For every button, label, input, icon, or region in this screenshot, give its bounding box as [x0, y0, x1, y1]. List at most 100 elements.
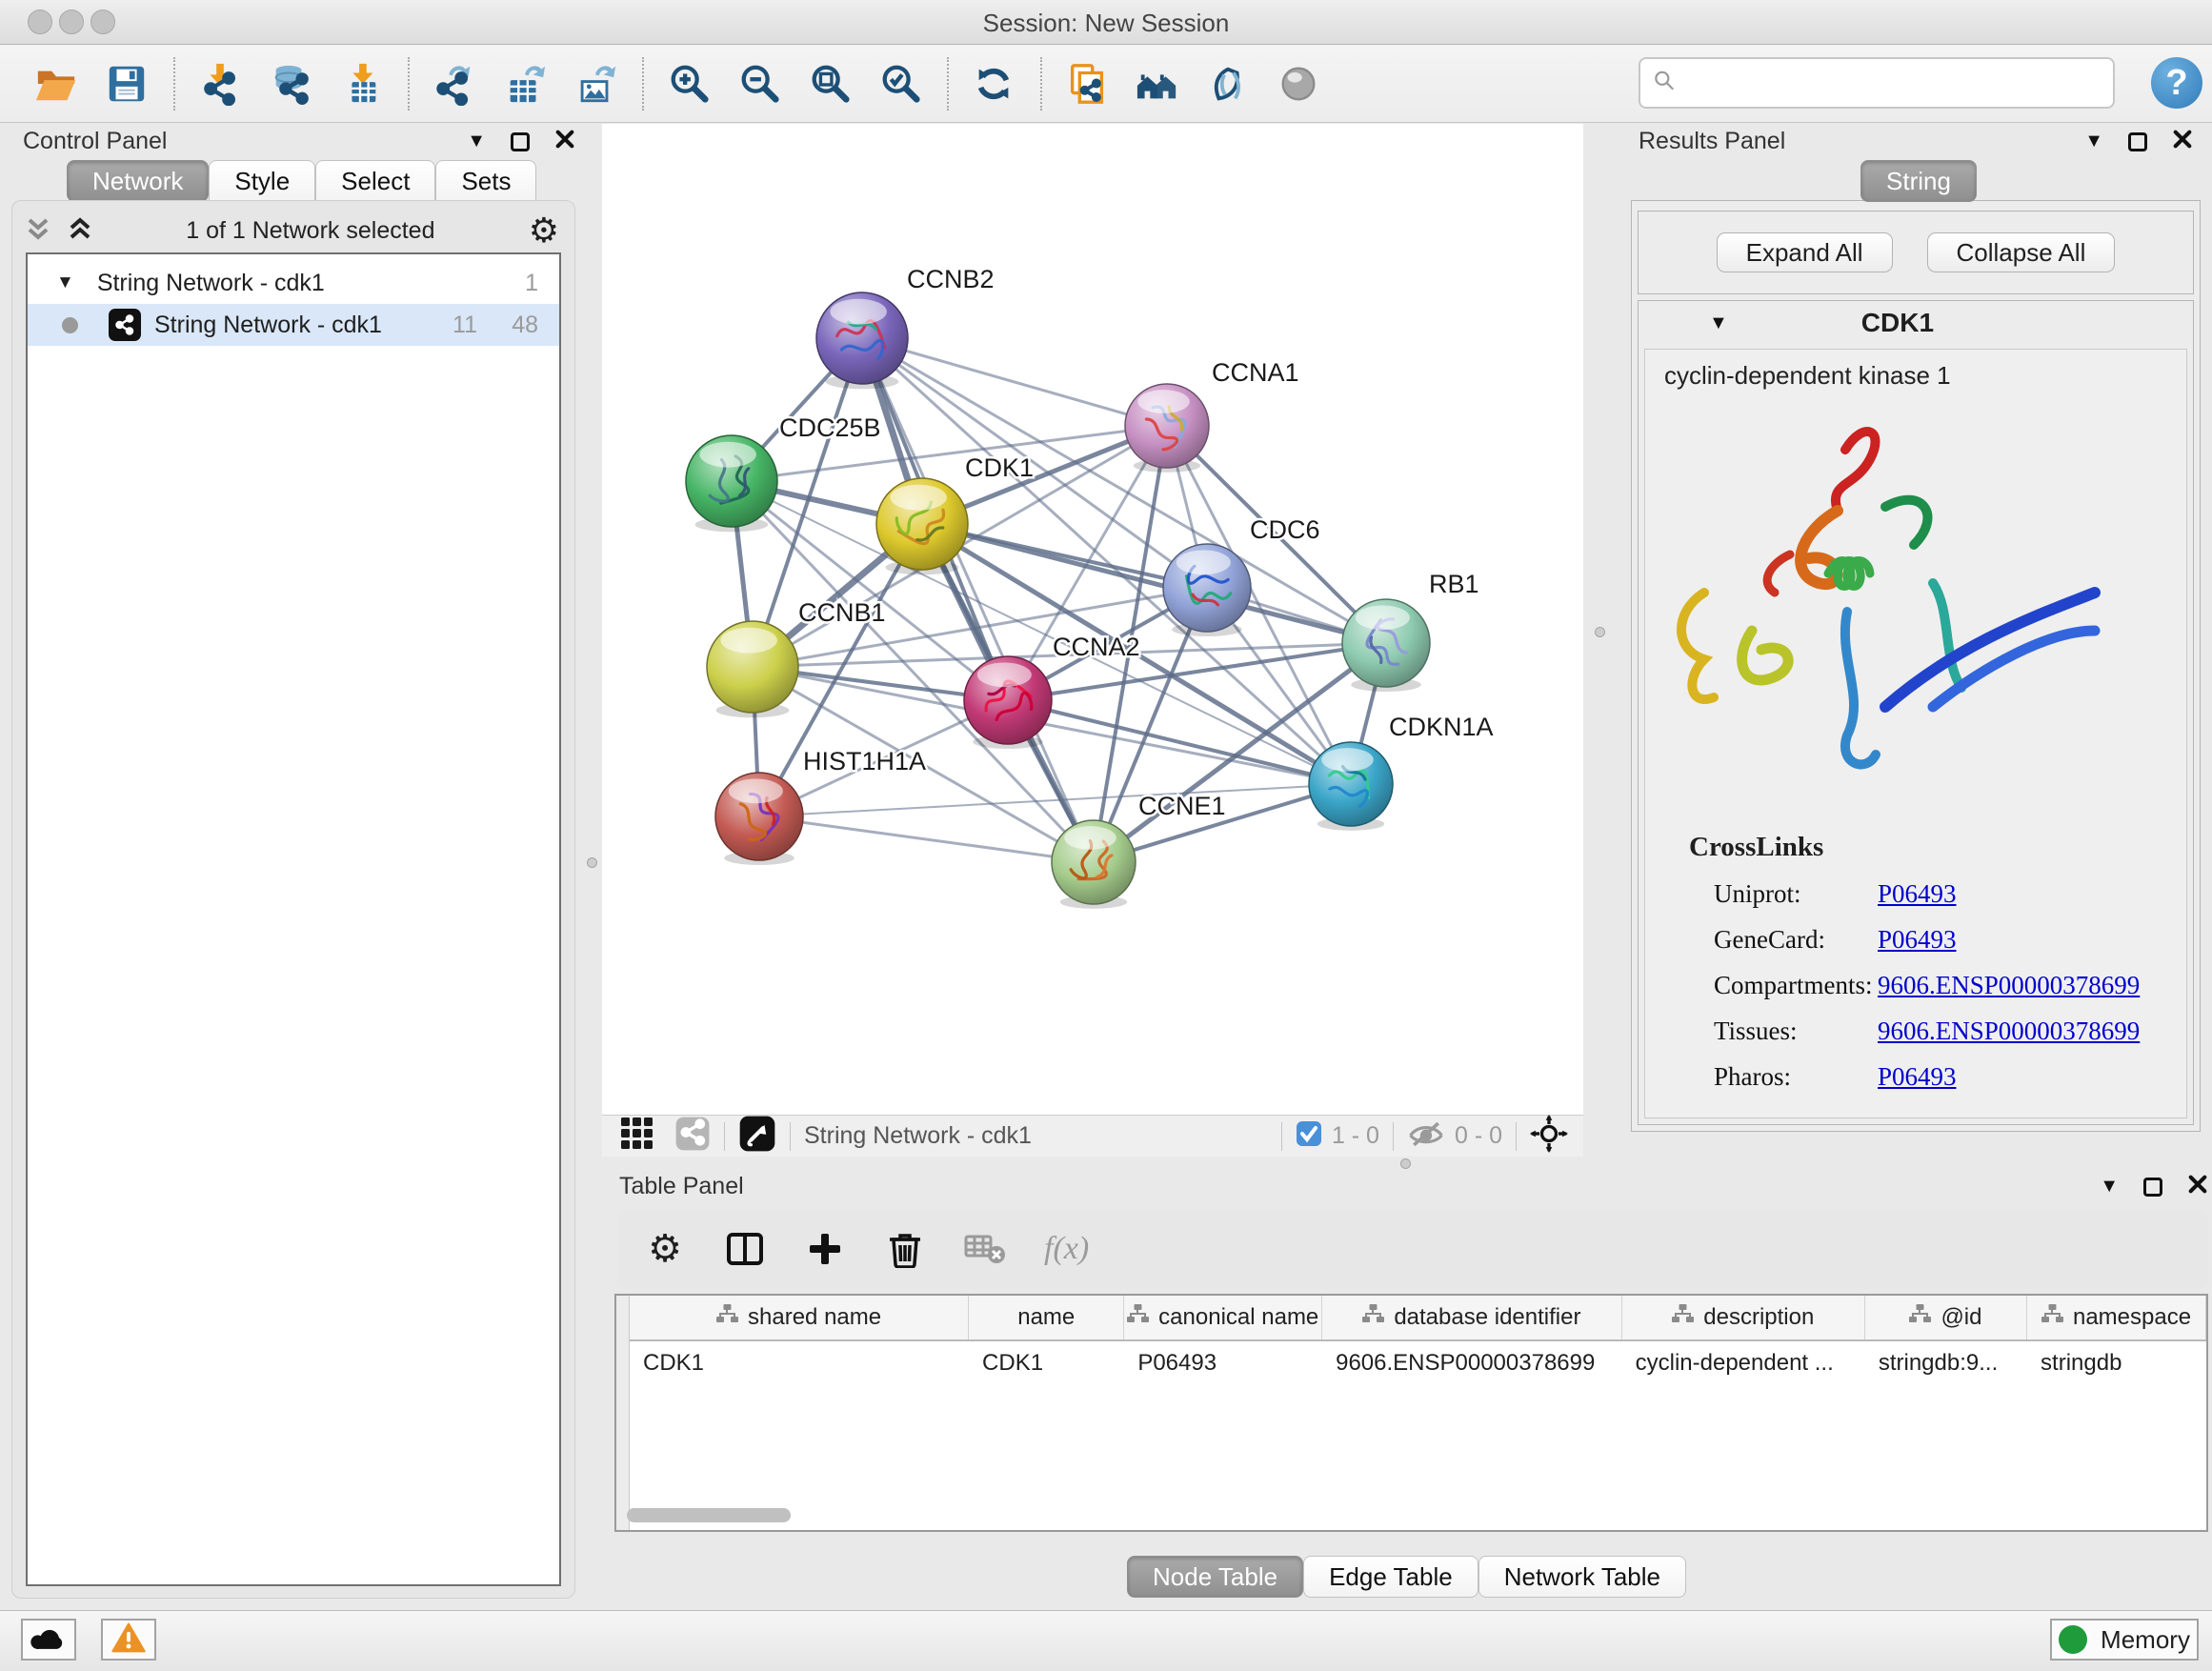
crosslink-link[interactable]: P06493	[1878, 879, 1957, 909]
edge-CCNB2-CCNA1[interactable]	[862, 338, 1167, 426]
refresh-button[interactable]	[964, 55, 1023, 112]
network-row[interactable]: String Network - cdk1 11 48	[28, 304, 559, 346]
tab-edge-table[interactable]: Edge Table	[1303, 1556, 1478, 1598]
node-CDC25B[interactable]: CDC25B	[686, 413, 881, 532]
table-cell[interactable]: P06493	[1124, 1341, 1322, 1385]
search-input[interactable]	[1677, 70, 2086, 96]
left-splitter-handle[interactable]	[587, 857, 597, 868]
table-cell[interactable]: CDK1	[969, 1341, 1124, 1385]
import-table-button[interactable]	[332, 55, 391, 112]
search-icon	[1652, 69, 1677, 93]
search-box[interactable]	[1639, 57, 2115, 109]
shared-column-icon	[1127, 1304, 1149, 1331]
node-CDK1[interactable]: CDK1	[876, 453, 1034, 574]
table-row[interactable]: CDK1CDK1P064939606.ENSP00000378699cyclin…	[630, 1341, 2206, 1385]
selected-checkbox-icon[interactable]	[1296, 1120, 1322, 1152]
show-columns-icon[interactable]	[724, 1228, 766, 1270]
delete-column-trash-icon[interactable]	[884, 1228, 926, 1270]
panel-menu-icon[interactable]: ▼	[467, 131, 486, 152]
tab-style[interactable]: Style	[209, 160, 315, 202]
collapse-collection-icon[interactable]: ▼	[56, 272, 74, 293]
column-header-shared-name[interactable]: shared name	[630, 1296, 969, 1339]
node-CCNA2[interactable]: CCNA2	[964, 633, 1140, 749]
node-HIST1H1A[interactable]: HIST1H1A	[715, 747, 926, 865]
bottom-splitter-handle[interactable]	[1400, 1158, 1411, 1169]
help-button[interactable]: ?	[2151, 57, 2202, 109]
node-CCNB1[interactable]: CCNB1	[707, 598, 886, 717]
crosslink-row: Pharos:P06493	[1714, 1062, 2186, 1092]
zoom-fit-icon	[808, 62, 852, 106]
cloud-button[interactable]	[21, 1619, 76, 1661]
column-header-namespace[interactable]: namespace	[2027, 1296, 2206, 1339]
network-share-icon[interactable]	[674, 1116, 711, 1157]
network-collection-row[interactable]: ▼ String Network - cdk1 1	[28, 262, 559, 304]
network-label: String Network - cdk1	[154, 312, 382, 339]
close-panel-icon[interactable]	[2187, 1174, 2208, 1199]
close-panel-icon[interactable]	[2172, 129, 2193, 154]
string-import-button[interactable]	[1057, 55, 1116, 112]
export-network-button[interactable]	[425, 55, 484, 112]
panel-menu-icon[interactable]: ▼	[2100, 1176, 2119, 1198]
float-panel-icon[interactable]	[2143, 1178, 2162, 1197]
close-panel-icon[interactable]	[554, 129, 575, 154]
crosslink-link[interactable]: P06493	[1878, 925, 1957, 955]
column-header-canonical-name[interactable]: canonical name	[1124, 1296, 1322, 1339]
tab-network-table[interactable]: Network Table	[1478, 1556, 1686, 1598]
node-label-CDC6: CDC6	[1250, 515, 1320, 544]
edge-HIST1H1A-CCNE1[interactable]	[759, 816, 1094, 862]
tab-string[interactable]: String	[1860, 160, 1977, 202]
export-table-button[interactable]	[495, 55, 554, 112]
add-column-icon[interactable]	[804, 1228, 846, 1270]
export-image-button[interactable]	[566, 55, 625, 112]
table-options-gear-icon[interactable]: ⚙	[644, 1228, 686, 1270]
zoom-in-button[interactable]	[659, 55, 718, 112]
enhanced-graphics-button[interactable]	[1198, 55, 1257, 112]
table-cell[interactable]: cyclin-dependent ...	[1622, 1341, 1865, 1385]
fit-crosshair-icon[interactable]	[1530, 1115, 1568, 1158]
birdseye-grid-icon[interactable]	[621, 1117, 654, 1155]
crosslink-link[interactable]: P06493	[1878, 1062, 1957, 1092]
home-pair-button[interactable]	[1128, 55, 1187, 112]
node-CCNA1[interactable]: CCNA1	[1125, 358, 1299, 473]
export-view-icon[interactable]	[738, 1115, 776, 1158]
expand-all-tree-icon[interactable]	[68, 214, 92, 248]
table-cell[interactable]: 9606.ENSP00000378699	[1322, 1341, 1622, 1385]
zoom-out-button[interactable]	[730, 55, 789, 112]
memory-button[interactable]: Memory	[2050, 1619, 2199, 1661]
tab-network[interactable]: Network	[67, 160, 209, 202]
float-panel-icon[interactable]	[511, 132, 530, 151]
network-options-gear-icon[interactable]: ⚙	[529, 211, 559, 251]
tab-select[interactable]: Select	[315, 160, 435, 202]
collapse-all-tree-icon[interactable]	[26, 214, 50, 248]
save-button[interactable]	[97, 55, 156, 112]
open-folder-button[interactable]	[27, 55, 86, 112]
expand-all-button[interactable]: Expand All	[1717, 232, 1893, 272]
panel-menu-icon[interactable]: ▼	[2084, 131, 2103, 152]
sphere-button[interactable]	[1269, 55, 1328, 112]
table-cell[interactable]: stringdb	[2027, 1341, 2206, 1385]
network-canvas[interactable]: CCNB2 CCNA1 CDC25B CDK1 CDC6 RB1 CCNB1	[602, 124, 1583, 1115]
table-horizontal-scrollbar[interactable]	[627, 1508, 791, 1522]
zoom-selected-button[interactable]	[871, 55, 930, 112]
right-splitter-handle[interactable]	[1595, 627, 1605, 637]
import-network-button[interactable]	[191, 55, 250, 112]
collapse-entry-icon[interactable]: ▼	[1709, 312, 1728, 334]
warnings-button[interactable]	[101, 1619, 156, 1661]
import-database-button[interactable]	[261, 55, 320, 112]
edge-CCNB2-CCNE1[interactable]	[862, 338, 1094, 862]
crosslink-link[interactable]: 9606.ENSP00000378699	[1878, 971, 2140, 1000]
crosslink-link[interactable]: 9606.ENSP00000378699	[1878, 1017, 2140, 1046]
tab-node-table[interactable]: Node Table	[1127, 1556, 1303, 1598]
table-cell[interactable]: CDK1	[630, 1341, 969, 1385]
column-header--id[interactable]: @id	[1865, 1296, 2027, 1339]
node-CDKN1A[interactable]: CDKN1A	[1309, 713, 1494, 831]
table-cell[interactable]: stringdb:9...	[1865, 1341, 2027, 1385]
zoom-fit-button[interactable]	[800, 55, 859, 112]
tab-sets[interactable]: Sets	[435, 160, 536, 202]
node-RB1[interactable]: RB1	[1342, 570, 1479, 692]
column-header-name[interactable]: name	[969, 1296, 1124, 1339]
collapse-all-button[interactable]: Collapse All	[1927, 232, 2116, 272]
column-header-description[interactable]: description	[1622, 1296, 1865, 1339]
column-header-database-identifier[interactable]: database identifier	[1322, 1296, 1622, 1339]
float-panel-icon[interactable]	[2128, 132, 2147, 151]
